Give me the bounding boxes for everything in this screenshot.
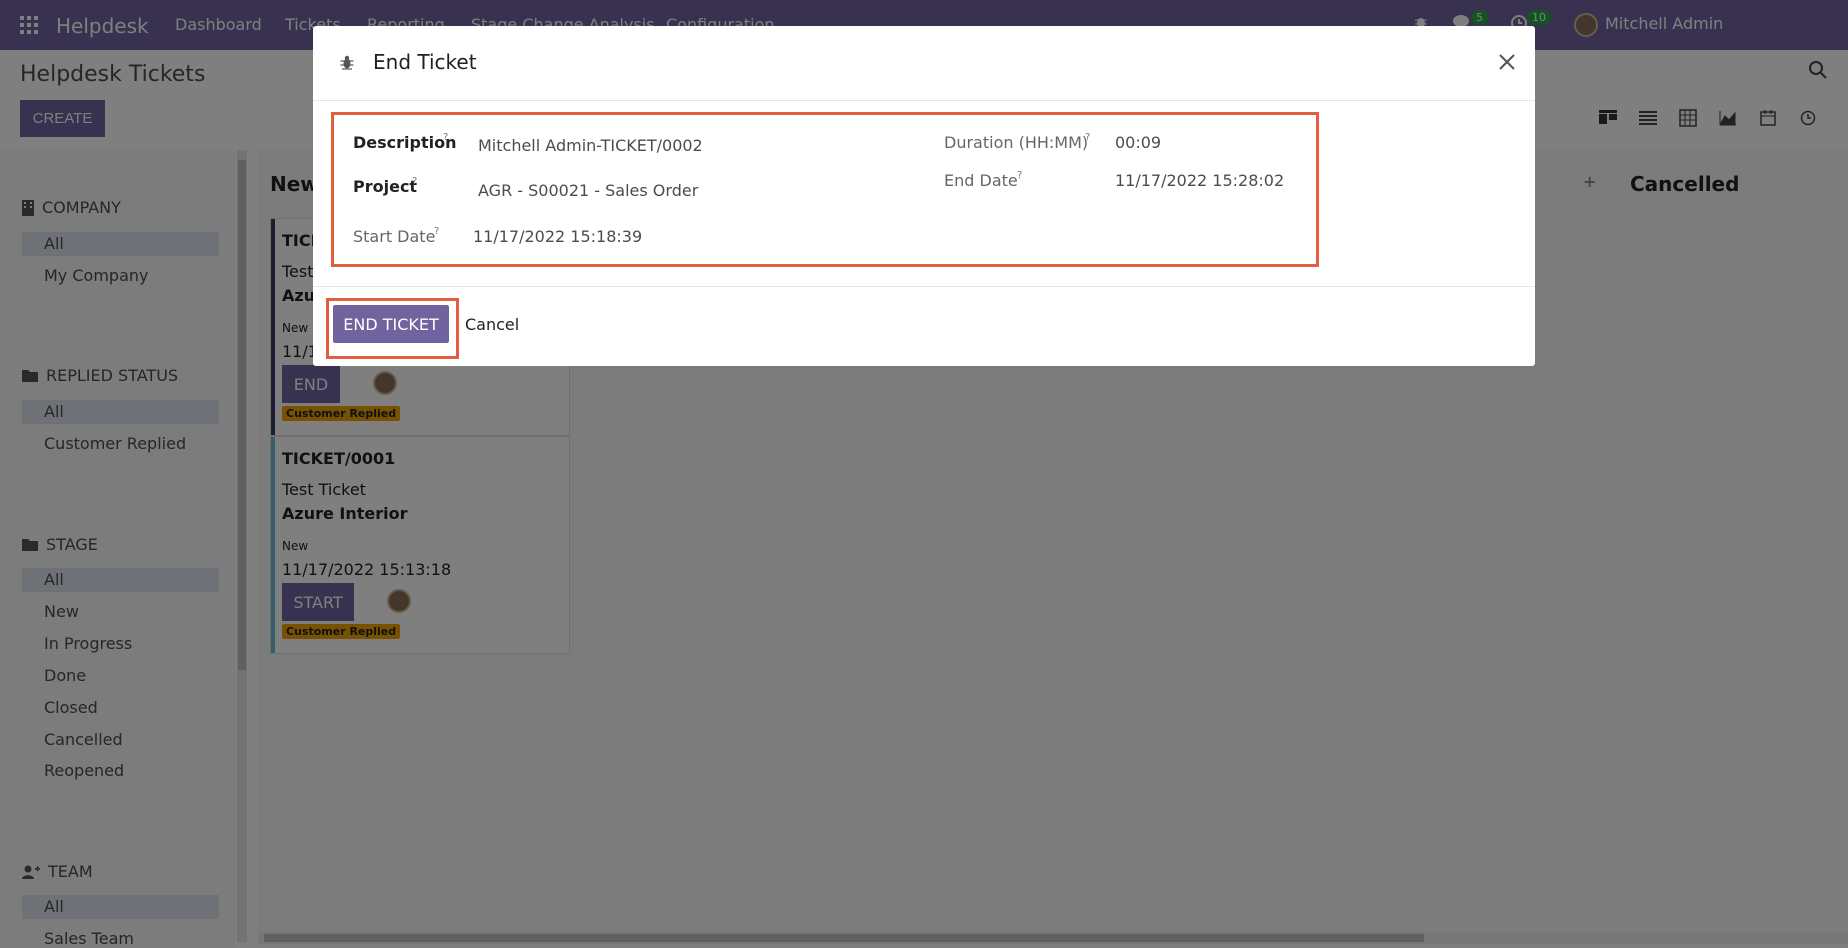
project-help-marker[interactable]: ?: [412, 176, 417, 187]
end-date-label: End Date: [944, 171, 1018, 190]
description-label: Description: [353, 133, 457, 152]
description-help-marker[interactable]: ?: [443, 132, 448, 143]
duration-help-marker[interactable]: ?: [1085, 132, 1090, 143]
end-date-value: 11/17/2022 15:28:02: [1115, 171, 1285, 190]
start-date-help-marker[interactable]: ?: [434, 226, 439, 237]
end-ticket-dialog: End Ticket Description ? Mitchell Admin-…: [313, 26, 1535, 366]
bug-icon: [339, 54, 355, 70]
project-value: AGR - S00021 - Sales Order: [478, 181, 699, 200]
project-label: Project: [353, 177, 418, 196]
start-date-label: Start Date: [353, 227, 436, 246]
end-ticket-button[interactable]: END TICKET: [333, 305, 449, 343]
cancel-button[interactable]: Cancel: [465, 315, 519, 334]
duration-label: Duration (HH:MM): [944, 133, 1089, 152]
end-date-help-marker[interactable]: ?: [1017, 170, 1022, 181]
start-date-value: 11/17/2022 15:18:39: [473, 227, 643, 246]
duration-value: 00:09: [1115, 133, 1162, 152]
description-value: Mitchell Admin-TICKET/0002: [478, 136, 703, 155]
close-icon[interactable]: [1495, 50, 1519, 74]
modal-header: End Ticket: [313, 26, 1535, 101]
modal-title: End Ticket: [373, 50, 477, 74]
